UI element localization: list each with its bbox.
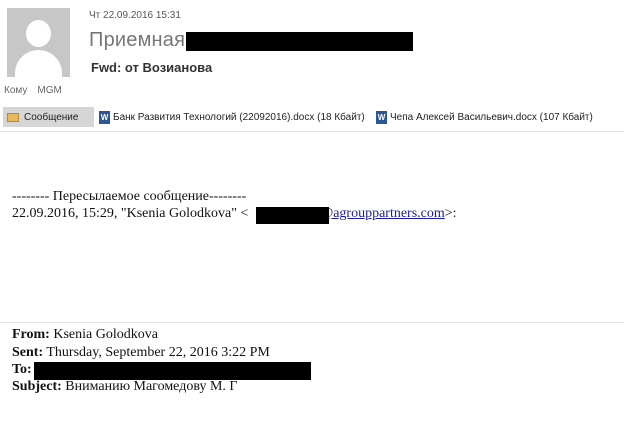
redacted-email-user — [256, 207, 329, 224]
sent-line: Sent: Thursday, September 22, 2016 3:22 … — [12, 345, 270, 361]
redacted-recipient — [34, 362, 311, 380]
redacted-sender-address — [186, 32, 413, 51]
quote-divider — [0, 322, 624, 323]
from-value: Ksenia Golodkova — [53, 327, 158, 342]
sender-name[interactable]: Приемная — [89, 29, 185, 52]
to-recipient[interactable]: MGM — [37, 85, 61, 96]
header-divider — [0, 131, 624, 132]
message-date: Чт 22.09.2016 15:31 — [89, 10, 181, 21]
attachment-item[interactable]: W Банк Развития Технологий (22092016).do… — [99, 107, 365, 127]
from-label: From: — [12, 327, 50, 342]
from-line: From: Ksenia Golodkova — [12, 327, 158, 343]
sent-label: Sent: — [12, 345, 44, 360]
subject-line: Subject: Вниманию Магомедову М. Г — [12, 379, 238, 395]
attachment-bar: Сообщение W Банк Развития Технологий (22… — [0, 107, 624, 129]
email-link[interactable]: @agrouppartners.com — [320, 206, 444, 221]
forward-header: -------- Пересылаемое сообщение-------- — [12, 189, 247, 204]
subject-label: Subject: — [12, 379, 62, 394]
envelope-icon — [7, 112, 19, 122]
word-document-icon: W — [99, 110, 110, 124]
sent-value: Thursday, September 22, 2016 3:22 PM — [46, 345, 270, 360]
forward-line-suffix: >: — [444, 206, 457, 221]
to-label: Кому — [4, 85, 28, 96]
message-tab[interactable]: Сообщение — [3, 107, 94, 127]
avatar-shoulders — [15, 50, 62, 77]
forward-line: 22.09.2016, 15:29, "Ksenia Golodkova" < @… — [12, 206, 457, 222]
message-tab-label: Сообщение — [24, 111, 79, 123]
message-subject: Fwd: от Возианова — [91, 60, 213, 75]
avatar — [7, 8, 70, 77]
attachment-item[interactable]: W Чепа Алексей Васильевич.docx (107 Кбай… — [376, 107, 593, 127]
to-line-label: To: — [12, 362, 32, 377]
recipient-row: Кому MGM — [4, 85, 72, 96]
forward-line-prefix: 22.09.2016, 15:29, "Ksenia Golodkova" < — [12, 206, 249, 221]
attachment-name: Банк Развития Технологий (22092016).docx… — [113, 111, 365, 123]
attachment-name: Чепа Алексей Васильевич.docx (107 Кбайт) — [390, 111, 593, 123]
word-document-icon: W — [376, 110, 387, 124]
avatar-head — [26, 20, 51, 47]
subject-value: Вниманию Магомедову М. Г — [65, 379, 238, 394]
to-line: To: — [12, 362, 32, 378]
